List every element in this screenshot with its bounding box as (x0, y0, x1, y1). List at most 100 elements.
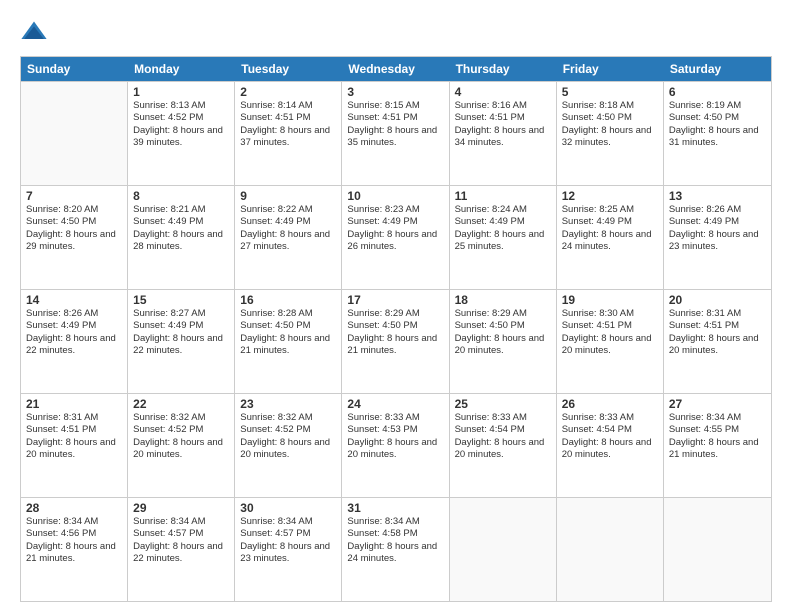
empty-cell (450, 498, 557, 601)
calendar: SundayMondayTuesdayWednesdayThursdayFrid… (20, 56, 772, 602)
day-info: Sunrise: 8:34 AMSunset: 4:57 PMDaylight:… (133, 516, 229, 565)
header-day-monday: Monday (128, 57, 235, 81)
logo (20, 18, 52, 46)
day-cell-24: 24Sunrise: 8:33 AMSunset: 4:53 PMDayligh… (342, 394, 449, 497)
day-cell-4: 4Sunrise: 8:16 AMSunset: 4:51 PMDaylight… (450, 82, 557, 185)
header-day-saturday: Saturday (664, 57, 771, 81)
day-info: Sunrise: 8:22 AMSunset: 4:49 PMDaylight:… (240, 204, 336, 253)
day-number: 19 (562, 293, 658, 307)
day-number: 22 (133, 397, 229, 411)
day-info: Sunrise: 8:32 AMSunset: 4:52 PMDaylight:… (240, 412, 336, 461)
day-info: Sunrise: 8:18 AMSunset: 4:50 PMDaylight:… (562, 100, 658, 149)
header-day-friday: Friday (557, 57, 664, 81)
day-cell-19: 19Sunrise: 8:30 AMSunset: 4:51 PMDayligh… (557, 290, 664, 393)
day-cell-30: 30Sunrise: 8:34 AMSunset: 4:57 PMDayligh… (235, 498, 342, 601)
day-info: Sunrise: 8:24 AMSunset: 4:49 PMDaylight:… (455, 204, 551, 253)
header-day-wednesday: Wednesday (342, 57, 449, 81)
day-number: 4 (455, 85, 551, 99)
day-info: Sunrise: 8:26 AMSunset: 4:49 PMDaylight:… (26, 308, 122, 357)
day-cell-28: 28Sunrise: 8:34 AMSunset: 4:56 PMDayligh… (21, 498, 128, 601)
day-cell-17: 17Sunrise: 8:29 AMSunset: 4:50 PMDayligh… (342, 290, 449, 393)
day-cell-29: 29Sunrise: 8:34 AMSunset: 4:57 PMDayligh… (128, 498, 235, 601)
day-cell-2: 2Sunrise: 8:14 AMSunset: 4:51 PMDaylight… (235, 82, 342, 185)
day-info: Sunrise: 8:33 AMSunset: 4:54 PMDaylight:… (455, 412, 551, 461)
day-info: Sunrise: 8:26 AMSunset: 4:49 PMDaylight:… (669, 204, 766, 253)
day-number: 10 (347, 189, 443, 203)
week-row-1: 7Sunrise: 8:20 AMSunset: 4:50 PMDaylight… (21, 185, 771, 289)
day-cell-26: 26Sunrise: 8:33 AMSunset: 4:54 PMDayligh… (557, 394, 664, 497)
day-info: Sunrise: 8:28 AMSunset: 4:50 PMDaylight:… (240, 308, 336, 357)
day-number: 15 (133, 293, 229, 307)
day-info: Sunrise: 8:34 AMSunset: 4:58 PMDaylight:… (347, 516, 443, 565)
day-cell-11: 11Sunrise: 8:24 AMSunset: 4:49 PMDayligh… (450, 186, 557, 289)
day-cell-12: 12Sunrise: 8:25 AMSunset: 4:49 PMDayligh… (557, 186, 664, 289)
day-cell-14: 14Sunrise: 8:26 AMSunset: 4:49 PMDayligh… (21, 290, 128, 393)
day-number: 17 (347, 293, 443, 307)
day-cell-9: 9Sunrise: 8:22 AMSunset: 4:49 PMDaylight… (235, 186, 342, 289)
day-info: Sunrise: 8:19 AMSunset: 4:50 PMDaylight:… (669, 100, 766, 149)
empty-cell (557, 498, 664, 601)
day-cell-13: 13Sunrise: 8:26 AMSunset: 4:49 PMDayligh… (664, 186, 771, 289)
day-number: 1 (133, 85, 229, 99)
day-number: 21 (26, 397, 122, 411)
day-number: 20 (669, 293, 766, 307)
day-cell-1: 1Sunrise: 8:13 AMSunset: 4:52 PMDaylight… (128, 82, 235, 185)
day-info: Sunrise: 8:34 AMSunset: 4:56 PMDaylight:… (26, 516, 122, 565)
day-info: Sunrise: 8:32 AMSunset: 4:52 PMDaylight:… (133, 412, 229, 461)
day-cell-25: 25Sunrise: 8:33 AMSunset: 4:54 PMDayligh… (450, 394, 557, 497)
logo-icon (20, 18, 48, 46)
day-info: Sunrise: 8:27 AMSunset: 4:49 PMDaylight:… (133, 308, 229, 357)
day-number: 12 (562, 189, 658, 203)
day-number: 2 (240, 85, 336, 99)
calendar-body: 1Sunrise: 8:13 AMSunset: 4:52 PMDaylight… (21, 81, 771, 601)
day-number: 8 (133, 189, 229, 203)
day-info: Sunrise: 8:14 AMSunset: 4:51 PMDaylight:… (240, 100, 336, 149)
day-number: 27 (669, 397, 766, 411)
day-number: 9 (240, 189, 336, 203)
day-info: Sunrise: 8:16 AMSunset: 4:51 PMDaylight:… (455, 100, 551, 149)
week-row-4: 28Sunrise: 8:34 AMSunset: 4:56 PMDayligh… (21, 497, 771, 601)
day-number: 25 (455, 397, 551, 411)
day-number: 14 (26, 293, 122, 307)
day-cell-10: 10Sunrise: 8:23 AMSunset: 4:49 PMDayligh… (342, 186, 449, 289)
day-number: 18 (455, 293, 551, 307)
header (20, 18, 772, 46)
day-info: Sunrise: 8:33 AMSunset: 4:54 PMDaylight:… (562, 412, 658, 461)
week-row-2: 14Sunrise: 8:26 AMSunset: 4:49 PMDayligh… (21, 289, 771, 393)
day-number: 3 (347, 85, 443, 99)
day-number: 16 (240, 293, 336, 307)
day-number: 29 (133, 501, 229, 515)
day-cell-8: 8Sunrise: 8:21 AMSunset: 4:49 PMDaylight… (128, 186, 235, 289)
day-info: Sunrise: 8:31 AMSunset: 4:51 PMDaylight:… (669, 308, 766, 357)
day-cell-21: 21Sunrise: 8:31 AMSunset: 4:51 PMDayligh… (21, 394, 128, 497)
day-number: 11 (455, 189, 551, 203)
empty-cell (664, 498, 771, 601)
day-cell-6: 6Sunrise: 8:19 AMSunset: 4:50 PMDaylight… (664, 82, 771, 185)
day-info: Sunrise: 8:25 AMSunset: 4:49 PMDaylight:… (562, 204, 658, 253)
day-cell-7: 7Sunrise: 8:20 AMSunset: 4:50 PMDaylight… (21, 186, 128, 289)
day-number: 24 (347, 397, 443, 411)
day-cell-23: 23Sunrise: 8:32 AMSunset: 4:52 PMDayligh… (235, 394, 342, 497)
header-day-sunday: Sunday (21, 57, 128, 81)
day-cell-27: 27Sunrise: 8:34 AMSunset: 4:55 PMDayligh… (664, 394, 771, 497)
day-cell-16: 16Sunrise: 8:28 AMSunset: 4:50 PMDayligh… (235, 290, 342, 393)
day-number: 31 (347, 501, 443, 515)
day-info: Sunrise: 8:30 AMSunset: 4:51 PMDaylight:… (562, 308, 658, 357)
day-cell-18: 18Sunrise: 8:29 AMSunset: 4:50 PMDayligh… (450, 290, 557, 393)
day-number: 5 (562, 85, 658, 99)
day-info: Sunrise: 8:34 AMSunset: 4:55 PMDaylight:… (669, 412, 766, 461)
day-number: 7 (26, 189, 122, 203)
day-info: Sunrise: 8:23 AMSunset: 4:49 PMDaylight:… (347, 204, 443, 253)
day-number: 28 (26, 501, 122, 515)
day-info: Sunrise: 8:31 AMSunset: 4:51 PMDaylight:… (26, 412, 122, 461)
header-day-tuesday: Tuesday (235, 57, 342, 81)
day-number: 6 (669, 85, 766, 99)
day-info: Sunrise: 8:20 AMSunset: 4:50 PMDaylight:… (26, 204, 122, 253)
day-number: 23 (240, 397, 336, 411)
day-cell-31: 31Sunrise: 8:34 AMSunset: 4:58 PMDayligh… (342, 498, 449, 601)
page: SundayMondayTuesdayWednesdayThursdayFrid… (0, 0, 792, 612)
day-info: Sunrise: 8:29 AMSunset: 4:50 PMDaylight:… (455, 308, 551, 357)
day-cell-15: 15Sunrise: 8:27 AMSunset: 4:49 PMDayligh… (128, 290, 235, 393)
day-number: 13 (669, 189, 766, 203)
day-info: Sunrise: 8:29 AMSunset: 4:50 PMDaylight:… (347, 308, 443, 357)
